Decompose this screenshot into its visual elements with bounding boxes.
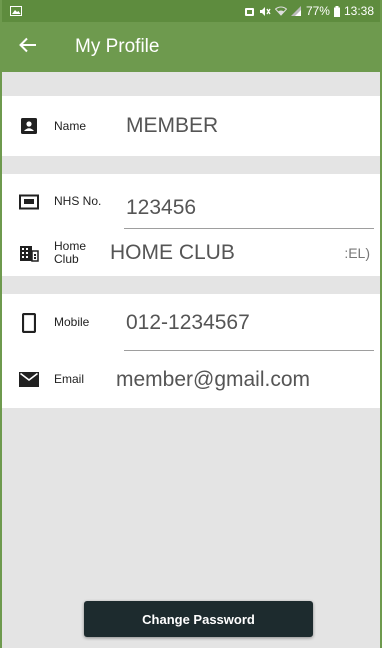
change-password-button[interactable]: Change Password bbox=[84, 601, 313, 637]
nhs-label: NHS No. bbox=[54, 194, 102, 208]
mobile-field[interactable]: 012-1234567 bbox=[126, 311, 250, 335]
name-row: Name MEMBER bbox=[2, 96, 380, 156]
membership-section: NHS No. 123456 Home Club HOME CLUB :EL) bbox=[2, 174, 380, 276]
battery-percent: 77% bbox=[305, 4, 330, 18]
building-icon bbox=[19, 243, 39, 263]
name-field[interactable]: MEMBER bbox=[126, 114, 218, 138]
profile-content: Name MEMBER NHS No. 123456 Home Club HOM… bbox=[2, 72, 380, 408]
app-screen: 77% 13:38 My Profile Name MEMBER NHS No.… bbox=[0, 0, 382, 648]
arrow-back-icon bbox=[19, 37, 37, 58]
home-club-label: Home Club bbox=[54, 238, 87, 266]
app-bar: My Profile bbox=[2, 22, 380, 72]
name-label: Name bbox=[54, 118, 87, 133]
id-card-icon bbox=[19, 192, 39, 212]
status-time: 13:38 bbox=[343, 4, 374, 18]
nhs-number-field[interactable]: 123456 bbox=[126, 196, 196, 220]
image-notification-icon bbox=[10, 6, 22, 16]
email-label: Email bbox=[54, 372, 85, 386]
signal-icon bbox=[290, 6, 302, 16]
mail-icon bbox=[19, 370, 39, 390]
alarm-icon bbox=[244, 6, 255, 17]
status-bar: 77% 13:38 bbox=[2, 0, 380, 22]
nhs-row: NHS No. 123456 bbox=[2, 174, 380, 229]
mute-icon bbox=[259, 6, 271, 17]
mobile-label: Mobile bbox=[54, 315, 90, 329]
home-club-field[interactable]: HOME CLUB bbox=[110, 241, 235, 265]
contact-section: Mobile 012-1234567 Email member@gmail.co… bbox=[2, 294, 380, 408]
home-club-row: Home Club HOME CLUB :EL) bbox=[2, 229, 380, 276]
home-club-suffix: :EL) bbox=[344, 244, 370, 261]
wifi-icon bbox=[274, 6, 287, 16]
name-section: Name MEMBER bbox=[2, 96, 380, 156]
back-button[interactable] bbox=[2, 22, 54, 72]
email-field[interactable]: member@gmail.com bbox=[116, 368, 310, 392]
contact-card-icon bbox=[19, 116, 39, 136]
battery-icon bbox=[333, 5, 340, 17]
mobile-row: Mobile 012-1234567 bbox=[2, 294, 380, 351]
email-row: Email member@gmail.com bbox=[2, 351, 380, 408]
phone-icon bbox=[19, 312, 39, 333]
page-title: My Profile bbox=[75, 36, 160, 57]
